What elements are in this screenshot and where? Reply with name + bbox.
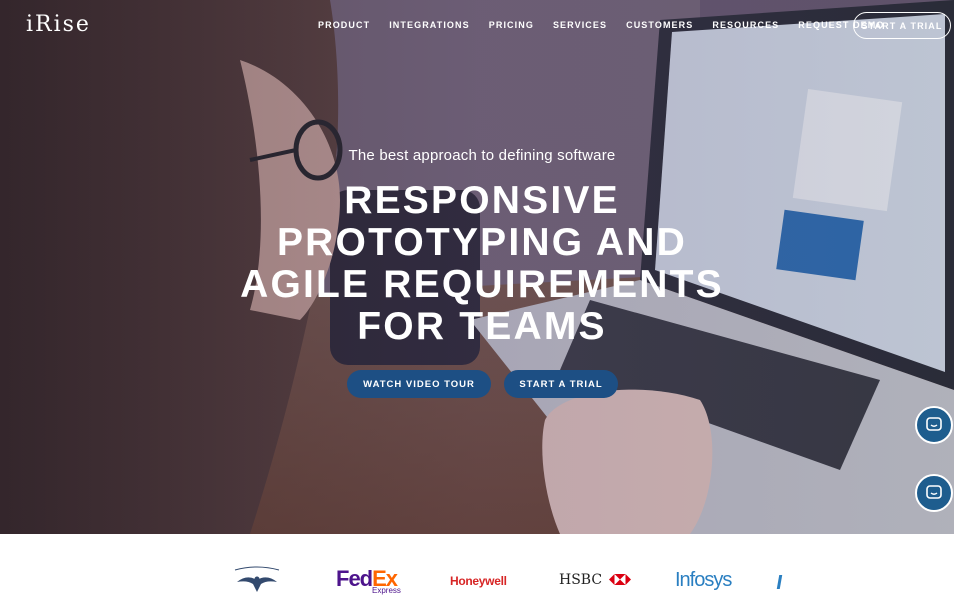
nav-pricing[interactable]: PRICING	[489, 20, 534, 30]
hsbc-hexagon-icon	[608, 574, 631, 585]
hero-headline: RESPONSIVE PROTOTYPING AND AGILE REQUIRE…	[0, 180, 954, 348]
headline-line-1: RESPONSIVE	[344, 179, 620, 222]
first-american-eagle-logo	[234, 566, 280, 592]
nav-customers[interactable]: CUSTOMERS	[626, 20, 693, 30]
start-trial-nav-button[interactable]: START A TRIAL	[853, 12, 951, 39]
fedex-express-text: Express	[372, 586, 401, 595]
chat-bubble-icon	[926, 417, 942, 431]
chat-widget-button-secondary[interactable]	[915, 474, 953, 512]
main-nav: PRODUCT INTEGRATIONS PRICING SERVICES CU…	[318, 20, 904, 30]
nav-resources[interactable]: RESOURCES	[712, 20, 779, 30]
start-trial-hero-button[interactable]: START A TRIAL	[504, 370, 618, 398]
nav-integrations[interactable]: INTEGRATIONS	[389, 20, 470, 30]
chat-bubble-icon	[926, 485, 942, 499]
honeywell-logo: Honeywell	[450, 574, 507, 588]
hsbc-logo: HSBC	[559, 572, 631, 588]
fedex-fed-text: Fed	[336, 566, 373, 591]
headline-line-4: FOR TEAMS	[357, 305, 607, 348]
nav-services[interactable]: SERVICES	[553, 20, 607, 30]
client-logos-strip	[0, 534, 954, 600]
infosys-logo: Infosys	[675, 569, 732, 591]
hero-tagline: The best approach to defining software	[348, 147, 616, 164]
chat-widget-button[interactable]	[915, 406, 953, 444]
irise-logo[interactable]: iRise	[26, 12, 91, 37]
fedex-logo: FedEx Express	[336, 566, 401, 595]
nav-product[interactable]: PRODUCT	[318, 20, 370, 30]
watch-video-tour-button[interactable]: WATCH VIDEO TOUR	[347, 370, 491, 398]
headline-line-3: AGILE REQUIREMENTS	[240, 263, 724, 306]
hsbc-text: HSBC	[559, 572, 603, 588]
headline-line-2: PROTOTYPING AND	[276, 221, 688, 264]
